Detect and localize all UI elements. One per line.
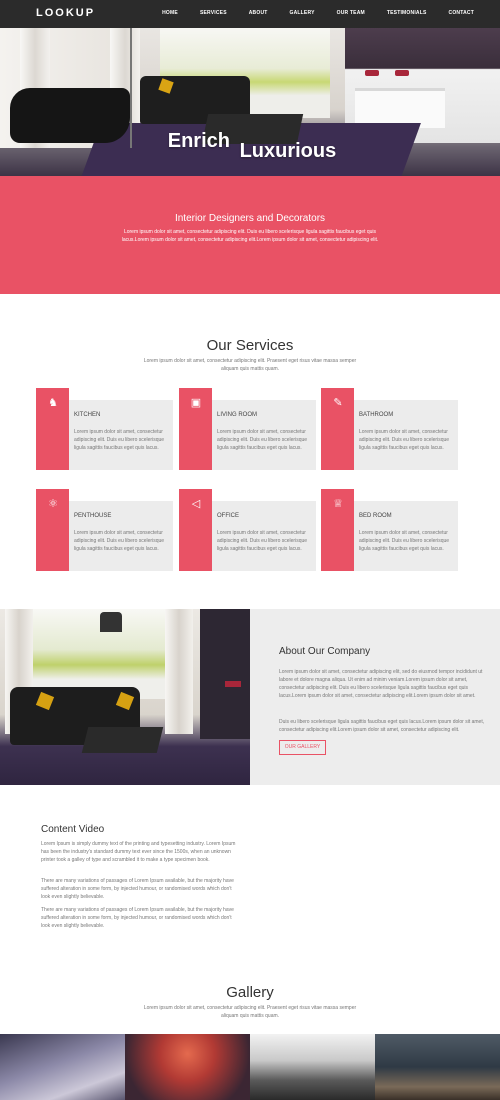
about-lamp: [100, 612, 122, 632]
service-card-penthouse[interactable]: ⚛ PENTHOUSE Lorem ipsum dolor sit amet, …: [36, 489, 173, 571]
atom-icon: ⚛: [48, 498, 58, 510]
card-accent: ♕: [321, 489, 354, 571]
gallery-image-4[interactable]: [375, 1034, 500, 1100]
video-paragraph-3: There are many variations of passages of…: [41, 907, 234, 929]
gallery-strip: [0, 1034, 500, 1100]
about-stool: [225, 681, 241, 687]
hero-stool: [395, 70, 409, 76]
gallery-image-1[interactable]: [0, 1034, 125, 1100]
card-title: PENTHOUSE: [74, 513, 112, 519]
hero-title-word-1: Enrich: [167, 130, 230, 152]
intro-title: Interior Designers and Decorators: [174, 213, 326, 224]
about-curtain: [165, 609, 193, 734]
video-title: Content Video: [41, 824, 105, 835]
card-text: Lorem ipsum dolor sit amet, consectetur …: [217, 530, 308, 552]
service-card-bathroom[interactable]: ✎ BATHROOM Lorem ipsum dolor sit amet, c…: [321, 388, 458, 470]
gallery-title: Gallery: [226, 984, 274, 1001]
card-text: Lorem ipsum dolor sit amet, consectetur …: [74, 530, 165, 552]
briefcase-icon: ▣: [190, 397, 202, 409]
service-card-office[interactable]: ◁ OFFICE Lorem ipsum dolor sit amet, con…: [179, 489, 316, 571]
service-card-living-room[interactable]: ▣ LIVING ROOM Lorem ipsum dolor sit amet…: [179, 388, 316, 470]
our-gallery-button[interactable]: OUR GALLERY: [279, 740, 326, 755]
nav-our-team[interactable]: OUR TEAM: [337, 10, 365, 16]
main-menu: HOME SERVICES ABOUT GALLERY OUR TEAM TES…: [140, 10, 474, 16]
top-navbar: LOOKUP HOME SERVICES ABOUT GALLERY OUR T…: [0, 0, 500, 28]
trophy-icon: ♕: [333, 498, 343, 510]
card-title: KITCHEN: [74, 412, 101, 418]
intro-text: Lorem ipsum dolor sit amet, consectetur …: [121, 229, 379, 243]
about-section: About Our Company Lorem ipsum dolor sit …: [0, 609, 500, 785]
gallery-image-2[interactable]: [125, 1034, 250, 1100]
video-paragraph-2: There are many variations of passages of…: [41, 878, 234, 900]
card-accent: ⚛: [36, 489, 69, 571]
megaphone-icon: ◁: [191, 498, 201, 510]
nav-about[interactable]: ABOUT: [249, 10, 268, 16]
services-subtitle-text: Lorem ipsum dolor sit amet, consectetur …: [143, 358, 357, 372]
nav-contact[interactable]: CONTACT: [449, 10, 474, 16]
site-logo[interactable]: LOOKUP: [36, 7, 95, 19]
nav-gallery[interactable]: GALLERY: [290, 10, 315, 16]
card-text: Lorem ipsum dolor sit amet, consectetur …: [74, 429, 165, 451]
about-title: About Our Company: [279, 646, 371, 657]
about-paragraph-2: Duis eu libero scelerisque ligula sagitt…: [279, 719, 485, 733]
card-title: BATHROOM: [359, 412, 394, 418]
hero-title-word-2: Luxurious: [239, 140, 337, 162]
nav-testimonials[interactable]: TESTIMONIALS: [387, 10, 427, 16]
gallery-image-3[interactable]: [250, 1034, 375, 1100]
card-text: Lorem ipsum dolor sit amet, consectetur …: [359, 530, 450, 552]
service-card-bed-room[interactable]: ♕ BED ROOM Lorem ipsum dolor sit amet, c…: [321, 489, 458, 571]
about-dark-wall: [200, 609, 250, 739]
nav-home[interactable]: HOME: [162, 10, 178, 16]
card-accent: ♞: [36, 388, 69, 470]
chess-knight-icon: ♞: [48, 397, 58, 409]
about-paragraph-1: Lorem ipsum dolor sit amet, consectetur …: [279, 669, 483, 699]
gallery-subtitle: Lorem ipsum dolor sit amet, consectetur …: [0, 1004, 500, 1020]
hero-title: Enrich Luxurious: [0, 130, 500, 162]
pencil-ruler-icon: ✎: [333, 397, 343, 409]
hero-stool: [365, 70, 379, 76]
card-accent: ✎: [321, 388, 354, 470]
services-title: Our Services: [206, 337, 294, 354]
card-text: Lorem ipsum dolor sit amet, consectetur …: [359, 429, 450, 451]
card-accent: ▣: [179, 388, 212, 470]
gallery-subtitle-text: Lorem ipsum dolor sit amet, consectetur …: [143, 1005, 357, 1019]
card-title: LIVING ROOM: [217, 412, 258, 418]
card-text: Lorem ipsum dolor sit amet, consectetur …: [217, 429, 308, 451]
about-table: [81, 727, 164, 753]
hero-counter: [355, 88, 445, 128]
card-title: BED ROOM: [359, 513, 392, 519]
service-card-kitchen[interactable]: ♞ KITCHEN Lorem ipsum dolor sit amet, co…: [36, 388, 173, 470]
intro-band: Interior Designers and Decorators Lorem …: [0, 176, 500, 294]
card-title: OFFICE: [217, 513, 239, 519]
video-paragraph-1: Lorem Ipsum is simply dummy text of the …: [41, 841, 236, 863]
about-image: [0, 609, 250, 785]
card-accent: ◁: [179, 489, 212, 571]
services-subtitle: Lorem ipsum dolor sit amet, consectetur …: [0, 357, 500, 373]
content-video-section: Content Video Lorem Ipsum is simply dumm…: [0, 785, 500, 945]
nav-services[interactable]: SERVICES: [200, 10, 227, 16]
